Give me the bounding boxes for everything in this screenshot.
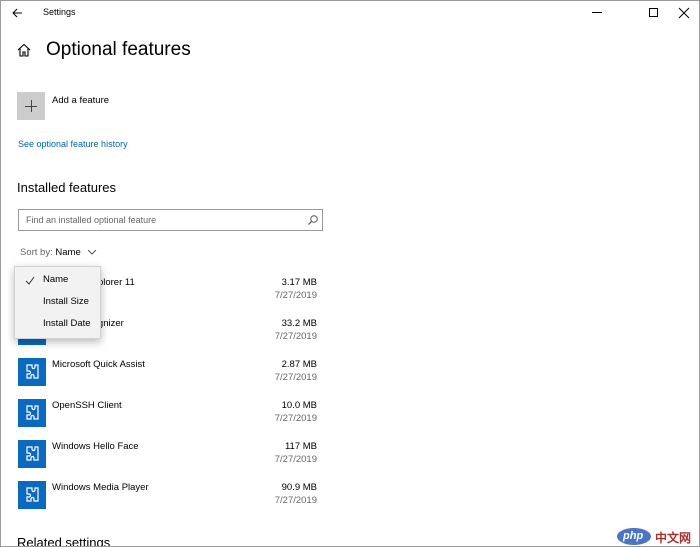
feature-name: OpenSSH Client [52, 400, 122, 411]
sort-option-name[interactable]: Name [15, 270, 100, 291]
title-bar: Settings [1, 1, 699, 25]
sort-option-label: Name [43, 274, 69, 285]
puzzle-icon [18, 440, 46, 468]
home-icon [17, 43, 31, 57]
feature-date: 7/27/2019 [274, 290, 317, 301]
checkmark-icon [25, 276, 35, 285]
sort-option-label: Install Date [43, 318, 91, 329]
search-input[interactable] [19, 210, 311, 230]
feature-size: 3.17 MB [281, 277, 317, 288]
puzzle-icon [18, 481, 46, 509]
related-settings-heading: Related settings [17, 535, 111, 547]
close-icon [678, 7, 690, 19]
installed-features-heading: Installed features [17, 180, 117, 195]
watermark-php-text: php [623, 530, 644, 542]
feature-item-media-player[interactable]: Windows Media Player 90.9 MB 7/27/2019 [17, 481, 327, 513]
sort-prefix: Sort by: [20, 247, 53, 258]
puzzle-icon [18, 399, 46, 427]
feature-size: 90.9 MB [281, 482, 317, 493]
feature-size: 2.87 MB [281, 359, 317, 370]
feature-item-hello-face[interactable]: Windows Hello Face 117 MB 7/27/2019 [17, 440, 327, 472]
page-title: Optional features [46, 39, 191, 60]
feature-date: 7/27/2019 [274, 495, 317, 506]
feature-date: 7/27/2019 [274, 331, 317, 342]
feature-size: 10.0 MB [281, 400, 317, 411]
home-button[interactable] [16, 42, 32, 58]
feature-date: 7/27/2019 [274, 413, 317, 424]
add-feature-label[interactable]: Add a feature [52, 95, 109, 106]
search-icon[interactable] [307, 214, 319, 226]
feature-history-link[interactable]: See optional feature history [18, 139, 128, 149]
search-box[interactable] [18, 209, 323, 231]
feature-date: 7/27/2019 [274, 372, 317, 383]
feature-name: Windows Hello Face [52, 441, 139, 452]
watermark-cn-text: 中文网 [655, 531, 692, 545]
minimize-button[interactable] [583, 1, 613, 25]
feature-item-quick-assist[interactable]: Microsoft Quick Assist 2.87 MB 7/27/2019 [17, 358, 327, 390]
feature-date: 7/27/2019 [274, 454, 317, 465]
settings-window: Settings Optional features Add a feature… [0, 0, 700, 547]
back-button[interactable] [9, 4, 27, 22]
sort-option-install-date[interactable]: Install Date [15, 314, 100, 335]
sort-option-install-size[interactable]: Install Size [15, 292, 100, 313]
maximize-button[interactable] [638, 1, 668, 25]
feature-item-openssh-client[interactable]: OpenSSH Client 10.0 MB 7/27/2019 [17, 399, 327, 431]
feature-size: 117 MB [284, 441, 317, 452]
arrow-left-icon [12, 8, 22, 18]
feature-name: Windows Media Player [52, 482, 149, 493]
chevron-down-icon[interactable] [87, 248, 97, 256]
sort-control[interactable]: Sort by: Name [20, 247, 97, 258]
close-button[interactable] [669, 1, 699, 25]
feature-size: 33.2 MB [281, 318, 317, 329]
sort-dropdown-menu: Name Install Size Install Date [14, 266, 101, 339]
add-feature-button[interactable] [17, 92, 45, 120]
puzzle-icon [18, 358, 46, 386]
php-cn-watermark: php 中文网 [617, 527, 700, 547]
window-title: Settings [43, 7, 76, 17]
sort-value[interactable]: Name [55, 247, 80, 258]
feature-name: Microsoft Quick Assist [52, 359, 145, 370]
sort-option-label: Install Size [43, 296, 89, 307]
